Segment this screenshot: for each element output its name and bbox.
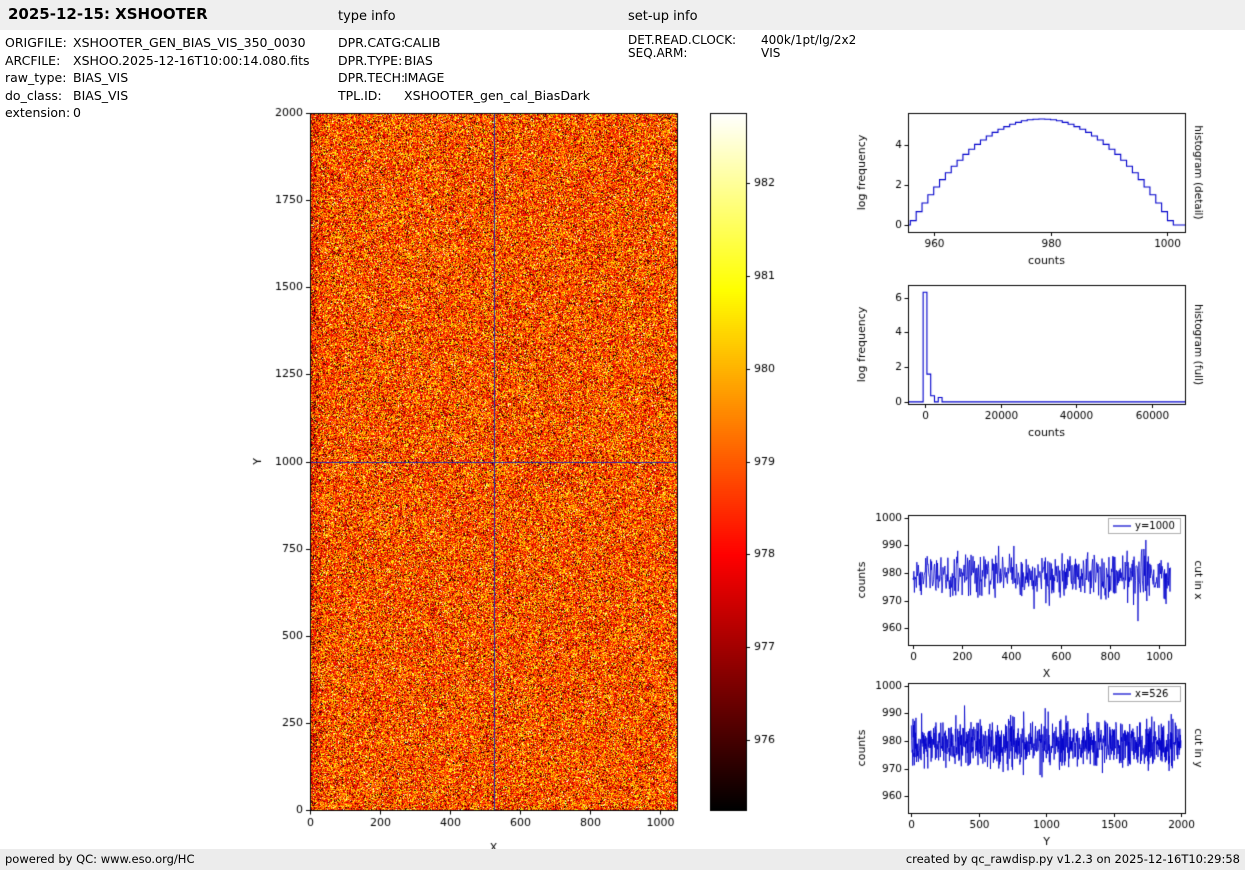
do-class-value: BIAS_VIS — [73, 87, 129, 103]
cut-in-y-plot — [840, 670, 1245, 850]
bias-image-plot — [240, 100, 800, 860]
meta-row-dpr-catg: DPR.CATG: CALIB — [338, 34, 590, 52]
page-title: 2025-12-15: XSHOOTER — [8, 5, 208, 23]
meta-row-raw-type: raw_type: BIAS_VIS — [5, 69, 310, 87]
extension-label: extension: — [5, 105, 71, 120]
header-bar: 2025-12-15: XSHOOTER type info set-up in… — [0, 0, 1245, 30]
seq-arm-value: VIS — [761, 46, 781, 60]
raw-type-label: raw_type: — [5, 70, 67, 85]
do-class-label: do_class: — [5, 87, 63, 103]
type-info-block: DPR.CATG: CALIB DPR.TYPE: BIAS DPR.TECH:… — [338, 34, 590, 104]
footer-created-by: created by qc_rawdisp.py v1.2.3 on 2025-… — [905, 852, 1240, 866]
dpr-tech-value: IMAGE — [404, 70, 445, 85]
dpr-catg-value: CALIB — [404, 35, 441, 50]
raw-type-value: BIAS_VIS — [73, 70, 129, 85]
setup-info-block: DET.READ.CLOCK: 400k/1pt/lg/2x2 SEQ.ARM:… — [628, 34, 856, 60]
meta-row-seq-arm: SEQ.ARM: VIS — [628, 47, 856, 60]
footer-qc-link: powered by QC: www.eso.org/HC — [5, 852, 195, 866]
dpr-type-label: DPR.TYPE: — [338, 52, 403, 68]
type-info-heading: type info — [338, 9, 396, 24]
seq-arm-label: SEQ.ARM: — [628, 46, 688, 60]
origfile-label: ORIGFILE: — [5, 35, 67, 50]
origfile-value: XSHOOTER_GEN_BIAS_VIS_350_0030 — [73, 35, 306, 50]
meta-row-dpr-tech: DPR.TECH: IMAGE — [338, 69, 590, 87]
dpr-catg-label: DPR.CATG: — [338, 35, 406, 50]
histogram-full-plot — [840, 272, 1245, 452]
meta-row-dpr-type: DPR.TYPE: BIAS — [338, 52, 590, 70]
setup-info-heading: set-up info — [628, 9, 698, 24]
cut-in-x-plot — [840, 502, 1245, 693]
meta-row-arcfile: ARCFILE: XSHOO.2025-12-16T10:00:14.080.f… — [5, 52, 310, 70]
meta-row-origfile: ORIGFILE: XSHOOTER_GEN_BIAS_VIS_350_0030 — [5, 34, 310, 52]
dpr-tech-label: DPR.TECH: — [338, 70, 406, 85]
arcfile-label: ARCFILE: — [5, 52, 61, 68]
arcfile-value: XSHOO.2025-12-16T10:00:14.080.fits — [73, 52, 310, 68]
extension-value: 0 — [73, 105, 81, 120]
footer-bar: powered by QC: www.eso.org/HC created by… — [0, 849, 1245, 870]
histogram-detail-plot — [840, 100, 1245, 280]
dpr-type-value: BIAS — [404, 52, 433, 68]
